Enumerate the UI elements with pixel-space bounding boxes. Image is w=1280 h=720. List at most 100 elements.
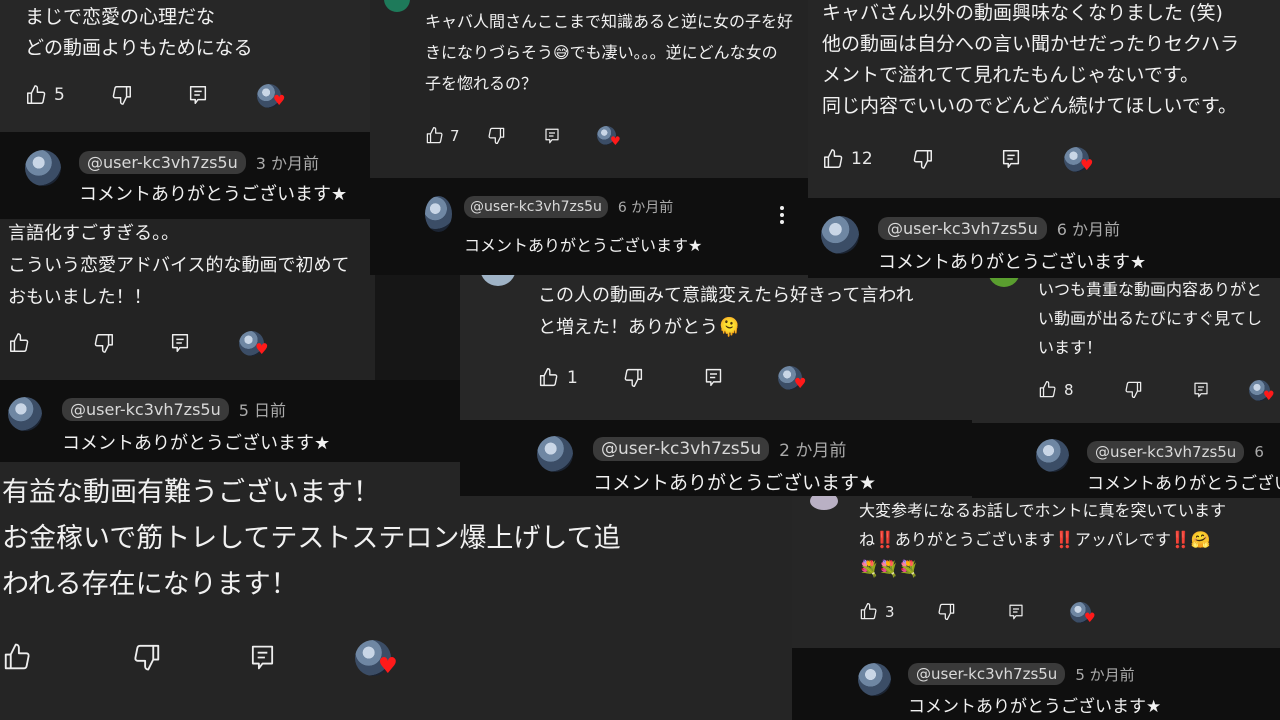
comment-card: 有益な動画有難うございます！ お金稼いで筋トレしてテストステロン爆上げして追 わ… [0, 460, 792, 720]
creator-reply: @user-kc3vh7zs5u 6 か月前 コメントありがとうございます★ [370, 178, 808, 275]
like-button[interactable]: 3 [859, 602, 937, 621]
thumb-down-icon [624, 368, 643, 387]
reply-button[interactable] [543, 127, 595, 145]
dislike-button[interactable] [623, 367, 703, 388]
reply-time: 5 日前 [238, 401, 287, 420]
comment-actions: 5 [25, 84, 257, 106]
reply-header: @user-kc3vh7zs5u 3 か月前 [79, 150, 319, 174]
thumb-up-icon [4, 643, 30, 670]
channel-handle[interactable]: @user-kc3vh7zs5u [593, 436, 770, 461]
comment-card: 大変参考になるお話しでホントに真を突いています ね‼️ありがとうございます‼️ア… [792, 488, 1280, 648]
thumb-down-icon [134, 644, 160, 671]
comment-actions: 8 [1038, 380, 1252, 399]
creator-reply: @user-kc3vh7zs5u 5 か月前 コメントありがとうございます★ [792, 648, 1280, 720]
like-count: 7 [450, 126, 460, 145]
comment-actions: 1 [538, 367, 778, 388]
heart-icon: ♥ [1084, 611, 1096, 626]
comment-actions [2, 642, 353, 672]
channel-handle[interactable]: @user-kc3vh7zs5u [878, 216, 1047, 240]
reply-header: @user-kc3vh7zs5u 6 か月前 [878, 216, 1120, 240]
like-button[interactable]: 12 [822, 148, 912, 170]
reply-text: コメントありがとうございます★ [79, 184, 348, 205]
heart-icon: ♥ [1263, 389, 1275, 404]
heart-icon: ♥ [1080, 156, 1094, 174]
creator-avatar [8, 397, 42, 431]
reply-button[interactable] [1007, 603, 1065, 621]
reply-icon [705, 368, 722, 387]
dislike-button[interactable] [93, 332, 169, 354]
comment-text: 大変参考になるお話しでホントに真を突いています ね‼️ありがとうございます‼️ア… [859, 501, 1227, 578]
reply-button[interactable] [169, 332, 239, 354]
like-button[interactable] [8, 332, 93, 354]
reply-header: @user-kc3vh7zs5u 6 か月前 [464, 196, 673, 218]
like-count: 3 [885, 602, 895, 621]
dislike-button[interactable] [487, 126, 543, 145]
channel-handle[interactable]: @user-kc3vh7zs5u [1087, 441, 1245, 463]
like-button[interactable]: 7 [425, 126, 487, 145]
comment-card: いつも貴重な動画内容ありがと い動画が出るたびにすぐ見てし います！ 8 ♥ [972, 255, 1280, 423]
like-button[interactable]: 8 [1038, 380, 1124, 399]
more-options-icon[interactable] [778, 204, 786, 226]
dislike-button[interactable] [1124, 380, 1192, 399]
commenter-avatar [384, 0, 410, 12]
thumb-up-icon [824, 149, 843, 168]
reply-time: 3 か月前 [255, 154, 320, 173]
like-count: 1 [567, 367, 578, 388]
channel-handle[interactable]: @user-kc3vh7zs5u [908, 663, 1066, 685]
channel-handle[interactable]: @user-kc3vh7zs5u [79, 150, 246, 174]
like-button[interactable]: 1 [538, 367, 623, 388]
creator-reply: @user-kc3vh7zs5u 5 日前 コメントありがとうございます★ [0, 380, 460, 462]
comment-actions: 12 [822, 148, 1072, 170]
reply-icon [251, 645, 274, 669]
reply-time: 2 か月前 [779, 441, 847, 461]
dislike-button[interactable] [132, 642, 248, 672]
reply-header: @user-kc3vh7zs5u 6 [1087, 441, 1264, 463]
like-button[interactable] [2, 642, 132, 672]
dislike-button[interactable] [937, 602, 1007, 621]
creator-avatar [1036, 439, 1069, 472]
creator-avatar [537, 436, 573, 472]
reply-text: コメントありがとうございます★ [1087, 474, 1280, 494]
reply-time: 6 [1254, 443, 1264, 461]
channel-handle[interactable]: @user-kc3vh7zs5u [62, 397, 229, 421]
creator-avatar [821, 216, 859, 254]
thumb-up-icon [539, 368, 558, 387]
comment-text: 言語化すごすぎる。。 こういう恋愛アドバイス的な動画で初めて おもいました！！ [8, 223, 350, 308]
heart-icon: ♥ [610, 134, 621, 148]
comment-text: この人の動画みて意識変えたら好きって言われ と増えた！ありがとう🫠 [538, 285, 914, 338]
comment-text: キャバ人間さんここまで知識あると逆に女の子を好 きになりづらそう😅でも凄い。。。… [425, 12, 794, 93]
creator-avatar [858, 663, 891, 696]
reply-text: コメントありがとうございます★ [593, 472, 877, 494]
dislike-button[interactable] [912, 148, 1000, 170]
reply-icon [1002, 150, 1020, 168]
reply-icon [1009, 604, 1023, 619]
reply-button[interactable] [248, 643, 353, 672]
reply-header: @user-kc3vh7zs5u 5 か月前 [908, 663, 1135, 685]
thumb-up-icon [860, 602, 877, 620]
heart-icon: ♥ [794, 376, 807, 392]
dislike-button[interactable] [111, 84, 187, 106]
comment-card: キャバ人間さんここまで知識あると逆に女の子を好 きになりづらそう😅でも凄い。。。… [370, 0, 810, 178]
reply-button[interactable] [187, 84, 257, 106]
comment-text: キャバさん以外の動画興味なくなりました (笑) 他の動画は自分への言い聞かせだっ… [822, 2, 1240, 117]
reply-header: @user-kc3vh7zs5u 5 日前 [62, 397, 286, 421]
like-count: 8 [1064, 380, 1074, 399]
reply-button[interactable] [1000, 148, 1072, 170]
like-count: 5 [54, 85, 65, 105]
thumb-up-icon [27, 85, 46, 104]
reply-icon [545, 128, 559, 143]
comment-card: 言語化すごすぎる。。 こういう恋愛アドバイス的な動画で初めて おもいました！！ … [0, 215, 375, 385]
reply-button[interactable] [1192, 381, 1252, 399]
like-button[interactable]: 5 [25, 84, 111, 106]
channel-handle[interactable]: @user-kc3vh7zs5u [464, 196, 608, 218]
thumb-down-icon [913, 150, 932, 169]
reply-icon [189, 86, 207, 104]
reply-header: @user-kc3vh7zs5u 2 か月前 [593, 436, 846, 461]
reply-icon [1194, 382, 1208, 397]
reply-text: コメントありがとうございます★ [464, 236, 703, 255]
reply-button[interactable] [703, 367, 778, 388]
reply-time: 6 か月前 [1056, 220, 1121, 239]
creator-reply: @user-kc3vh7zs5u 6 コメントありがとうございます★ [972, 423, 1280, 498]
thumb-up-icon [1039, 380, 1056, 398]
comment-text: いつも貴重な動画内容ありがと い動画が出るたびにすぐ見てし います！ [1038, 280, 1263, 357]
